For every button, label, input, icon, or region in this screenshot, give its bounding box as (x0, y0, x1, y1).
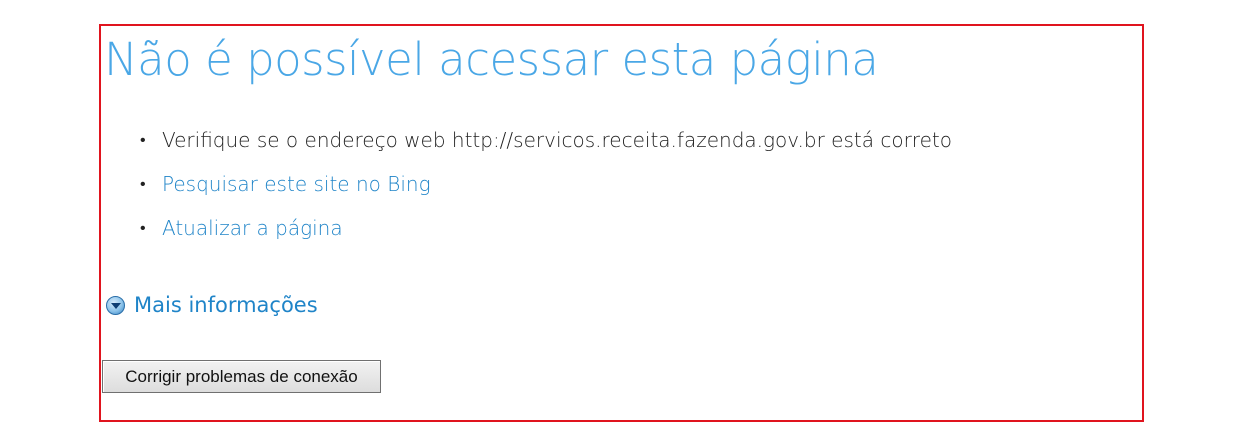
fix-connection-button[interactable]: Corrigir problemas de conexão (102, 360, 381, 393)
bullet-icon: • (140, 218, 146, 237)
page-title: Não é possível acessar esta página (104, 33, 879, 86)
check-address-text: Verifique se o endereço web http://servi… (162, 128, 952, 152)
more-info-label[interactable]: Mais informações (134, 293, 318, 317)
expand-circle-icon[interactable] (106, 295, 125, 315)
list-item-search-bing[interactable]: • Pesquisar este site no Bing (140, 166, 952, 210)
list-item-refresh[interactable]: • Atualizar a página (140, 210, 952, 254)
refresh-page-link[interactable]: Atualizar a página (162, 216, 343, 240)
list-item-check-address: • Verifique se o endereço web http://ser… (140, 122, 952, 166)
bullet-icon: • (140, 130, 146, 149)
bullet-icon: • (140, 174, 146, 193)
search-bing-link[interactable]: Pesquisar este site no Bing (162, 172, 431, 196)
suggestion-list: • Verifique se o endereço web http://ser… (140, 122, 952, 254)
more-info-toggle[interactable]: Mais informações (106, 290, 318, 320)
